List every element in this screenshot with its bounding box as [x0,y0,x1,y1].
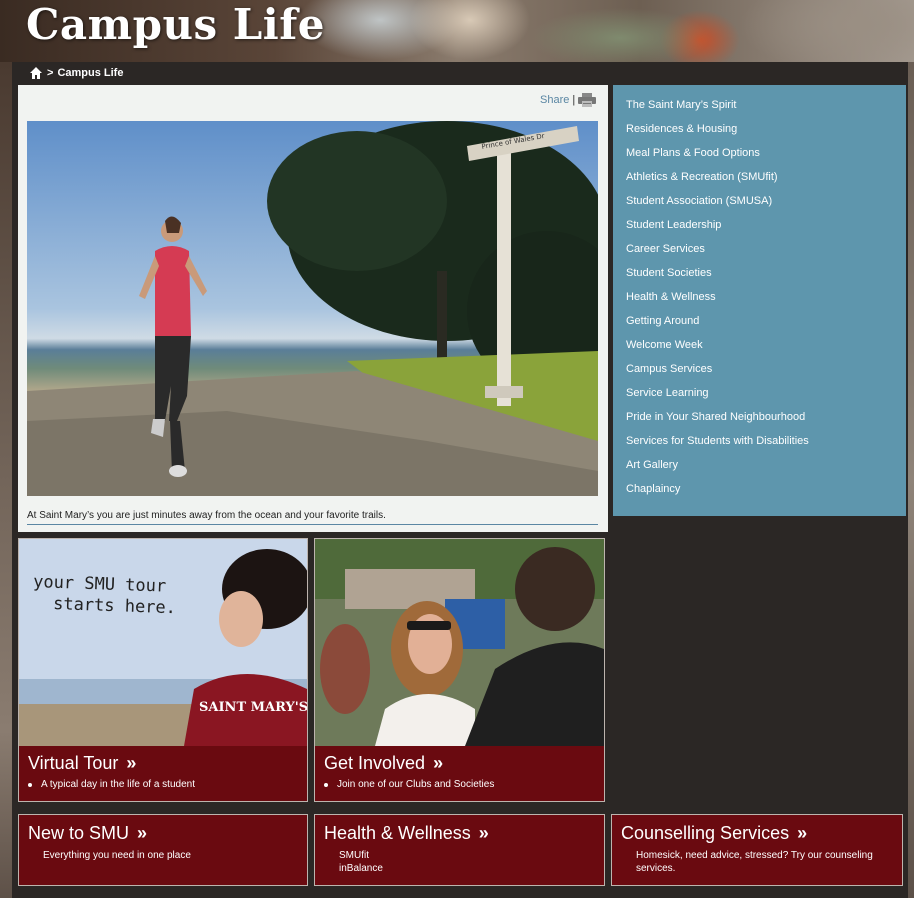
sidebar-item-service-learning[interactable]: Service Learning [613,381,906,405]
counselling-text-line2: services. [636,863,676,874]
virtual-tour-bullet: A typical day in the life of a student [28,779,195,790]
sidebar-item-student-association[interactable]: Student Association (SMUSA) [613,189,906,213]
get-involved-title[interactable]: Get Involved [324,753,425,773]
new-to-smu-link[interactable]: New to SMU » [28,823,147,844]
new-to-smu-tile[interactable]: New to SMU » Everything you need in one p… [18,814,308,886]
bullet-dot [324,782,328,787]
new-to-smu-title[interactable]: New to SMU [28,823,129,843]
virtual-tour-tile[interactable]: your SMU tour starts here. SAINT MARY'S … [18,538,308,802]
health-wellness-tile[interactable]: Health & Wellness » SMUfit inBalance [314,814,605,886]
feature-caption: At Saint Mary’s you are just minutes awa… [27,510,598,525]
breadcrumb-current[interactable]: Campus Life [57,67,123,79]
sidebar-item-disabilities[interactable]: Services for Students with Disabilities [613,429,906,453]
sidebar-item-residences[interactable]: Residences & Housing [613,117,906,141]
header-banner: Campus Life [0,0,914,62]
sidebar-item-student-societies[interactable]: Student Societies [613,261,906,285]
sidebar-item-pride-neighbourhood[interactable]: Pride in Your Shared Neighbourhood [613,405,906,429]
sidebar-item-campus-services[interactable]: Campus Services [613,357,906,381]
get-involved-bullet-text[interactable]: Join one of our Clubs and Societies [337,779,494,790]
virtual-tour-image: your SMU tour starts here. SAINT MARY'S [19,539,307,746]
sidebar-item-spirit[interactable]: The Saint Mary’s Spirit [613,93,906,117]
health-wellness-arrow: » [478,823,489,843]
virtual-tour-title[interactable]: Virtual Tour [28,753,118,773]
share-link[interactable]: Share [540,94,569,106]
counselling-title[interactable]: Counselling Services [621,823,789,843]
sidebar-item-art-gallery[interactable]: Art Gallery [613,453,906,477]
background-photo-left [0,62,12,898]
new-to-smu-text: Everything you need in one place [43,850,191,861]
health-wellness-smufit[interactable]: SMUfit [339,849,369,862]
background-photo-right [908,62,914,898]
page-title: Campus Life [26,0,326,49]
breadcrumb: > Campus Life [29,65,123,81]
share-separator: | [572,94,576,106]
sidebar-item-career-services[interactable]: Career Services [613,237,906,261]
bullet-dot [28,782,32,787]
counselling-text-line1: Homesick, need advice, stressed? Try our… [636,850,873,861]
virtual-tour-arrow: » [126,753,137,773]
sidebar-nav: The Saint Mary’s Spirit Residences & Hou… [613,85,906,516]
sidebar-item-health-wellness[interactable]: Health & Wellness [613,285,906,309]
counselling-arrow: » [797,823,808,843]
get-involved-image [315,539,604,746]
home-icon[interactable] [29,66,43,80]
virtual-tour-shirt-text: SAINT MARY'S [199,700,307,715]
share-bar: Share | [540,93,597,107]
printer-icon[interactable] [578,93,597,107]
health-wellness-link[interactable]: Health & Wellness » [324,823,489,844]
new-to-smu-arrow: » [137,823,148,843]
get-involved-link[interactable]: Get Involved » [324,753,443,774]
health-wellness-inbalance[interactable]: inBalance [339,862,383,875]
health-wellness-title[interactable]: Health & Wellness [324,823,471,843]
feature-photo: Prince of Wales Dr [27,121,598,496]
sidebar-item-welcome-week[interactable]: Welcome Week [613,333,906,357]
counselling-link[interactable]: Counselling Services » [621,823,807,844]
sidebar-item-student-leadership[interactable]: Student Leadership [613,213,906,237]
sidebar-item-athletics[interactable]: Athletics & Recreation (SMUfit) [613,165,906,189]
breadcrumb-separator: > [47,67,54,79]
get-involved-tile[interactable]: Get Involved » Join one of our Clubs and … [314,538,605,802]
get-involved-bullet: Join one of our Clubs and Societies [324,779,494,790]
sidebar-item-getting-around[interactable]: Getting Around [613,309,906,333]
get-involved-arrow: » [433,753,444,773]
virtual-tour-link[interactable]: Virtual Tour » [28,753,136,774]
virtual-tour-bullet-text[interactable]: A typical day in the life of a student [41,779,195,790]
sidebar-item-chaplaincy[interactable]: Chaplaincy [613,477,906,501]
counselling-tile[interactable]: Counselling Services » Homesick, need adv… [611,814,903,886]
virtual-tour-image-line2: starts here. [53,594,176,618]
sidebar-item-meal-plans[interactable]: Meal Plans & Food Options [613,141,906,165]
